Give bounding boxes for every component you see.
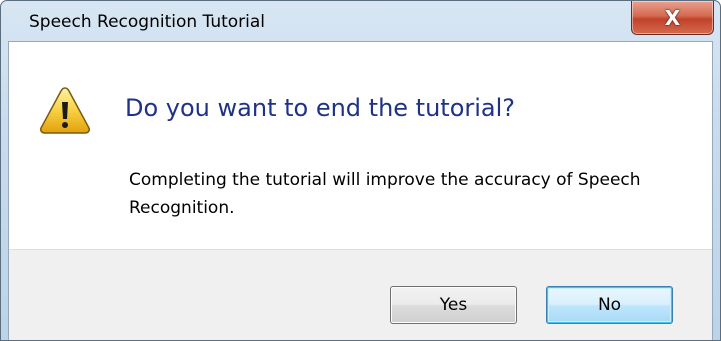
yes-button[interactable]: Yes [390, 286, 517, 324]
content-text: Completing the tutorial will improve the… [129, 170, 641, 218]
main-instruction: Do you want to end the tutorial? [125, 94, 516, 122]
no-button[interactable]: No [546, 286, 673, 324]
content-area: Do you want to end the tutorial? Complet… [9, 42, 712, 249]
button-bar: Yes No [9, 249, 712, 340]
title-bar[interactable]: Speech Recognition Tutorial X [1, 1, 720, 41]
window-title: Speech Recognition Tutorial [29, 12, 266, 32]
close-icon: X [664, 5, 681, 30]
dialog-window: Speech Recognition Tutorial X Do you wan… [0, 0, 721, 341]
warning-icon [40, 87, 90, 134]
close-button[interactable]: X [631, 1, 714, 35]
dialog-client-area: Do you want to end the tutorial? Complet… [8, 41, 713, 340]
